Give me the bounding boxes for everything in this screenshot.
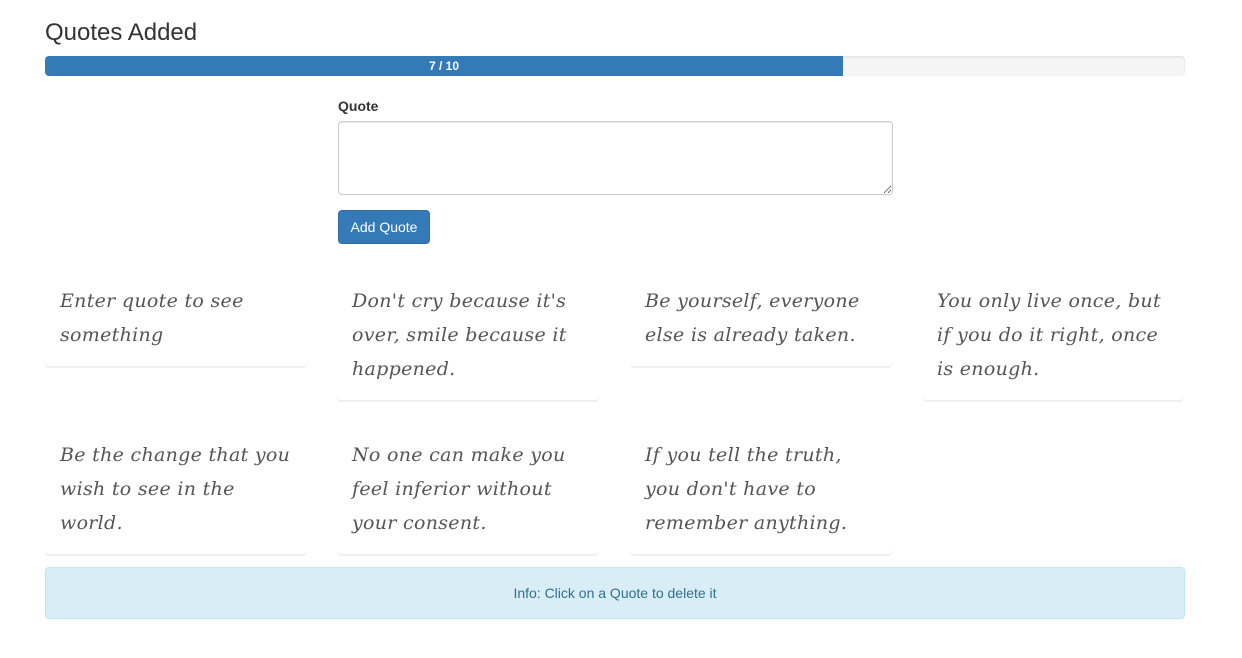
progress-bar-fill: 7 / 10 xyxy=(45,56,843,76)
quote-card[interactable]: Be the change that you wish to see in th… xyxy=(45,424,307,555)
quote-text: Enter quote to see something xyxy=(60,290,244,346)
quote-text: Don't cry because it's over, smile becau… xyxy=(352,290,567,380)
quote-text: If you tell the truth, you don't have to… xyxy=(645,444,848,534)
progress-bar-track: 7 / 10 xyxy=(45,56,1185,76)
add-quote-button[interactable]: Add Quote xyxy=(338,210,430,244)
quote-text: No one can make you feel inferior withou… xyxy=(352,444,566,534)
quote-card[interactable]: No one can make you feel inferior withou… xyxy=(337,424,599,555)
quote-text: You only live once, but if you do it rig… xyxy=(937,290,1161,380)
quote-card[interactable]: You only live once, but if you do it rig… xyxy=(922,270,1184,401)
info-alert: Info: Click on a Quote to delete it xyxy=(45,567,1185,619)
quote-textarea[interactable] xyxy=(338,121,893,195)
quote-card[interactable]: Be yourself, everyone else is already ta… xyxy=(630,270,892,367)
quote-text: Be yourself, everyone else is already ta… xyxy=(645,290,860,346)
page-title: Quotes Added xyxy=(45,19,198,46)
page: Quotes Added 7 / 10 Quote Add Quote Ente… xyxy=(0,0,1242,658)
quote-card[interactable]: If you tell the truth, you don't have to… xyxy=(630,424,892,555)
quote-card[interactable]: Enter quote to see something xyxy=(45,270,307,367)
quote-label: Quote xyxy=(338,98,379,114)
quote-card[interactable]: Don't cry because it's over, smile becau… xyxy=(337,270,599,401)
quote-text: Be the change that you wish to see in th… xyxy=(60,444,291,534)
